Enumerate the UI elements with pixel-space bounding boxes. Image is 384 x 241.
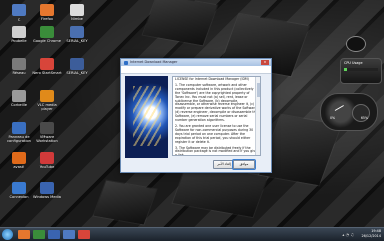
app-icon — [70, 4, 84, 16]
license-dialog: Internet Download Manager × LICENSE for … — [120, 58, 272, 173]
cpu-label: CPU Usage — [344, 61, 363, 65]
desktop: ح Firefox Nimbe Poubelle Google Chrome SERIAL… — [0, 0, 384, 227]
cpu-bar — [344, 68, 378, 71]
license-paragraph: 1. The computer software, artwork and ot… — [175, 82, 258, 123]
desktop-icon[interactable]: Réseau — [4, 58, 34, 75]
desktop-icon[interactable]: SERIAL_KEY — [62, 58, 92, 75]
desktop-icon-label: Connexion — [9, 195, 29, 199]
dialog-titlebar[interactable]: Internet Download Manager × — [121, 59, 271, 66]
license-paragraph: 3. The Software may be distributed freel… — [175, 145, 258, 156]
license-paragraph: LICENSE for Internet Download Manager (I… — [175, 77, 249, 81]
app-icon — [40, 4, 54, 16]
clock-gadget-icon[interactable] — [346, 36, 366, 52]
dialog-title: Internet Download Manager — [130, 60, 178, 64]
desktop-icon[interactable]: VMware Workstation — [32, 122, 62, 144]
app-icon — [12, 26, 26, 38]
desktop-icon[interactable]: YouTube — [32, 152, 62, 169]
desktop-icon-label: Poubelle — [11, 39, 27, 43]
desktop-icon[interactable]: Poubelle — [4, 26, 34, 43]
taskbar-app-button[interactable] — [33, 230, 45, 239]
app-icon — [40, 152, 54, 164]
taskbar: ▴ ◔ ♫ 19:48 26/12/2014 — [0, 227, 384, 241]
cpu-meter-gadget[interactable]: CPU Usage — [340, 58, 382, 84]
taskbar-app-button[interactable] — [48, 230, 60, 239]
app-icon — [40, 90, 54, 102]
desktop-icon[interactable]: Panneau de configuration — [4, 122, 34, 144]
desktop-icon-label: SERIAL_KEY — [66, 39, 88, 43]
wallpaper-block — [93, 180, 157, 225]
desktop-icon[interactable]: Nimbe — [62, 4, 92, 21]
app-icon — [70, 58, 84, 70]
gauge-left-value: 0% — [330, 116, 336, 120]
desktop-icon-label: Google Chrome — [33, 39, 61, 43]
desktop-icon-label: VLC media player — [37, 103, 57, 112]
app-icon — [12, 58, 26, 70]
app-icon — [40, 58, 54, 70]
accept-button[interactable]: موافق — [232, 159, 256, 170]
app-icon — [40, 122, 54, 134]
desktop-icon-label: VMware Workstation — [36, 135, 58, 144]
desktop-icon[interactable]: SERIAL_KEY — [62, 26, 92, 43]
cpu-bar-fill — [344, 68, 347, 71]
desktop-icon-label: Panneau de configuration — [7, 135, 31, 144]
wallpaper-block — [142, 0, 218, 46]
gauge-right-value: 65% — [360, 116, 368, 120]
close-button[interactable]: × — [261, 60, 269, 65]
desktop-icon[interactable]: avast! — [4, 152, 34, 169]
license-scrollbar[interactable] — [255, 77, 260, 155]
app-icon — [40, 182, 54, 194]
license-body: LICENSE for Internet Download Manager (I… — [175, 77, 258, 156]
clock-date: 26/12/2014 — [361, 234, 381, 238]
desktop-icon[interactable]: Corbeille — [4, 90, 34, 107]
license-text-box[interactable]: LICENSE for Internet Download Manager (I… — [172, 76, 261, 156]
desktop-icon[interactable]: Google Chrome — [32, 26, 62, 43]
desktop-icon[interactable]: Windows Media — [32, 182, 62, 199]
desktop-icon[interactable]: ح — [4, 4, 34, 21]
desktop-icon-label: ح — [17, 17, 21, 21]
desktop-icon-label: Réseau — [12, 71, 26, 75]
desktop-icon-label: Corbeille — [11, 103, 27, 107]
idm-icon — [124, 60, 128, 65]
desktop-icon[interactable]: Nero StartSmart — [32, 58, 62, 75]
app-icon — [12, 152, 26, 164]
app-icon — [40, 26, 54, 38]
desktop-icon-label: YouTube — [39, 165, 55, 169]
taskbar-app-button[interactable] — [78, 230, 90, 239]
desktop-icon-label: Windows Media — [33, 195, 61, 199]
app-icon — [12, 4, 26, 16]
scrollbar-thumb[interactable] — [256, 83, 260, 97]
desktop-icon[interactable]: Firefox — [32, 4, 62, 21]
taskbar-app-button[interactable] — [63, 230, 75, 239]
desktop-icon-label: avast! — [13, 165, 25, 169]
app-icon — [12, 182, 26, 194]
start-button[interactable] — [2, 229, 13, 240]
tray-clock[interactable]: 19:48 26/12/2014 — [361, 229, 381, 239]
installer-artwork — [125, 76, 168, 158]
dialog-header — [121, 66, 271, 74]
tray-icons[interactable]: ▴ ◔ ♫ — [342, 232, 354, 237]
gauge-needle — [334, 105, 344, 111]
desktop-icon-label: Nero StartSmart — [32, 71, 62, 75]
app-icon — [70, 26, 84, 38]
taskbar-app-button[interactable] — [18, 230, 30, 239]
desktop-icon-label: SERIAL_KEY — [66, 71, 88, 75]
license-paragraph: 2. You are granted one user license to u… — [175, 123, 254, 144]
gauge-gadget[interactable]: 0% 65% — [320, 93, 378, 131]
desktop-icon[interactable]: Connexion — [4, 182, 34, 199]
desktop-icon[interactable]: VLC media player — [32, 90, 62, 112]
app-icon — [12, 122, 26, 134]
desktop-icon-label: Firefox — [41, 17, 53, 21]
cancel-button[interactable]: إلغاء الأمر — [213, 160, 235, 169]
app-icon — [12, 90, 26, 102]
desktop-icon-label: Nimbe — [71, 17, 83, 21]
